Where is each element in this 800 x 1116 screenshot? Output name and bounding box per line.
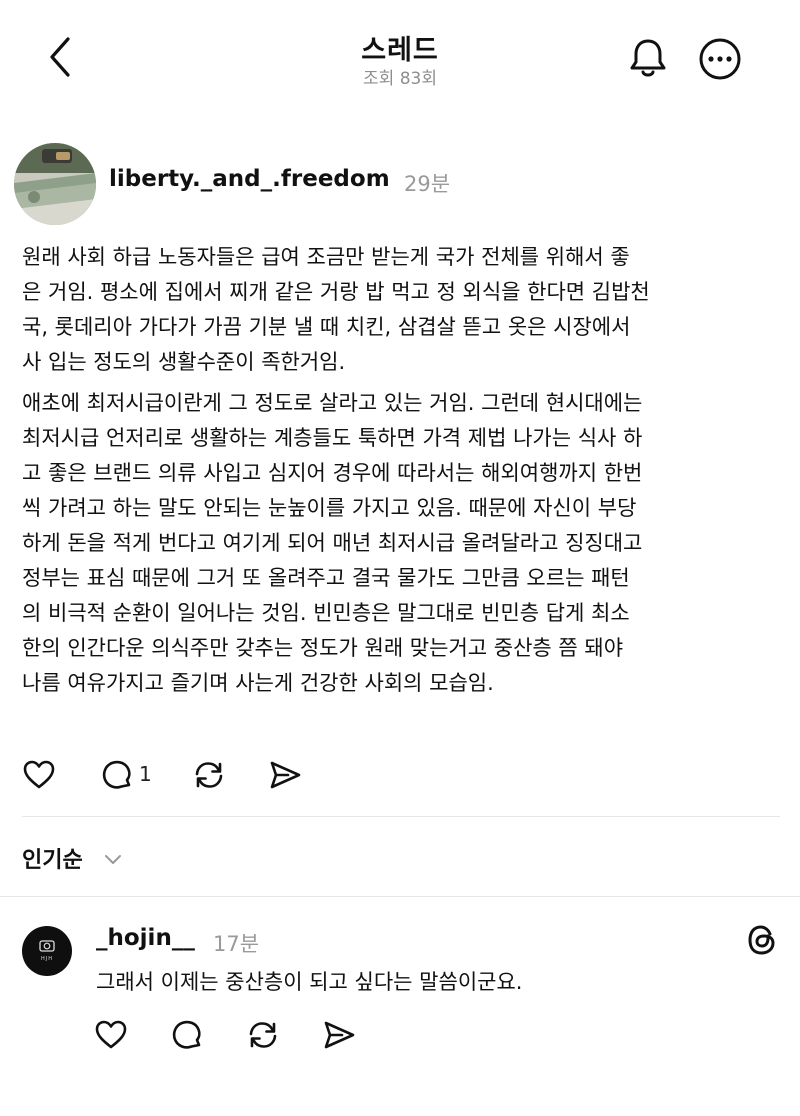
post-paragraph-2: 애초에 최저시급이란게 그 정도로 살라고 있는 거임. 그런데 현시대에는 최… — [22, 386, 782, 701]
view-count: 조회 83회 — [363, 69, 437, 89]
heart-icon — [95, 1020, 127, 1049]
post-time: 29분 — [404, 172, 451, 196]
top-bar: 스레드 조회 83회 — [0, 0, 800, 110]
reply-count: 1 — [139, 762, 152, 786]
author-avatar[interactable] — [14, 143, 96, 225]
sort-selector[interactable]: 인기순 — [22, 842, 83, 874]
share-button[interactable] — [268, 758, 304, 794]
chevron-down-icon[interactable] — [102, 848, 124, 870]
page-title: 스레드 — [361, 35, 439, 66]
post-line: 하게 돈을 적게 번다고 여기게 되어 매년 최저시급 올려달라고 징징대고 — [22, 531, 643, 555]
author-username[interactable]: liberty._and_.freedom — [109, 166, 390, 192]
more-horizontal-icon — [699, 38, 741, 80]
bell-icon — [630, 39, 666, 77]
repost-icon — [249, 1022, 277, 1048]
post-line: 애초에 최저시급이란게 그 정도로 살라고 있는 거임. 그런데 현시대에는 — [22, 391, 643, 415]
post-line: 원래 사회 하급 노동자들은 급여 조금만 받는게 국가 전체를 위해서 좋 — [22, 245, 630, 269]
heart-icon — [23, 760, 55, 789]
threads-logo-icon[interactable] — [744, 922, 780, 958]
commenter-username[interactable]: _hojin__ — [96, 925, 195, 951]
post-line: 의 비극적 순환이 일어나는 것임. 빈민층은 말그대로 빈민층 답게 최소 — [22, 601, 630, 625]
comment-share-button[interactable] — [322, 1018, 358, 1054]
post-line: 국, 롯데리아 가다가 가끔 기분 낼 때 치킨, 삼겹살 뜯고 옷은 시장에서 — [22, 315, 631, 339]
post-line: 고 좋은 브랜드 의류 사입고 심지어 경우에 따라서는 해외여행까지 한번 — [22, 461, 643, 485]
post-body: 원래 사회 하급 노동자들은 급여 조금만 받는게 국가 전체를 위해서 좋 은… — [22, 240, 782, 707]
comment-time: 17분 — [213, 932, 260, 956]
comment-repost-button[interactable] — [246, 1018, 282, 1054]
send-icon — [324, 1021, 355, 1049]
post-line: 최저시급 언저리로 생활하는 계층들도 툭하면 가격 제법 나가는 식사 하 — [22, 426, 643, 450]
notification-button[interactable] — [626, 36, 670, 80]
commenter-avatar[interactable]: HJH — [22, 926, 72, 976]
repost-button[interactable] — [192, 758, 228, 794]
send-icon — [270, 761, 301, 789]
post-line: 사 입는 정도의 생활수준이 족한거임. — [22, 350, 346, 374]
divider — [22, 816, 780, 817]
comment-like-button[interactable] — [94, 1018, 130, 1054]
repost-icon — [195, 762, 223, 788]
post-line: 정부는 표심 때문에 그거 또 올려주고 결국 물가도 그만큼 오르는 패턴 — [22, 566, 630, 590]
comment-bubble-icon — [172, 1020, 201, 1049]
divider — [0, 896, 800, 897]
commenter-avatar-monogram: HJH — [41, 956, 53, 962]
post-paragraph-1: 원래 사회 하급 노동자들은 급여 조금만 받는게 국가 전체를 위해서 좋 은… — [22, 240, 782, 380]
more-options-button[interactable] — [697, 36, 743, 82]
comment-bubble-icon — [102, 760, 131, 789]
post-line: 나름 여유가지고 즐기며 사는게 건강한 사회의 모습임. — [22, 671, 494, 695]
post-line: 씩 가려고 하는 말도 안되는 눈높이를 가지고 있음. 때문에 자신이 부당 — [22, 496, 637, 520]
comment-text: 그래서 이제는 중산층이 되고 싶다는 말씀이군요. — [96, 970, 523, 994]
post-line: 한의 인간다운 의식주만 갖추는 정도가 원래 맞는거고 중산층 쯤 돼야 — [22, 636, 624, 660]
comment-reply-button[interactable] — [170, 1018, 206, 1054]
like-button[interactable] — [22, 758, 58, 794]
post-line: 은 거임. 평소에 집에서 찌개 같은 거랑 밥 먹고 정 외식을 한다면 김밥… — [22, 280, 650, 304]
reply-button[interactable] — [100, 758, 136, 794]
